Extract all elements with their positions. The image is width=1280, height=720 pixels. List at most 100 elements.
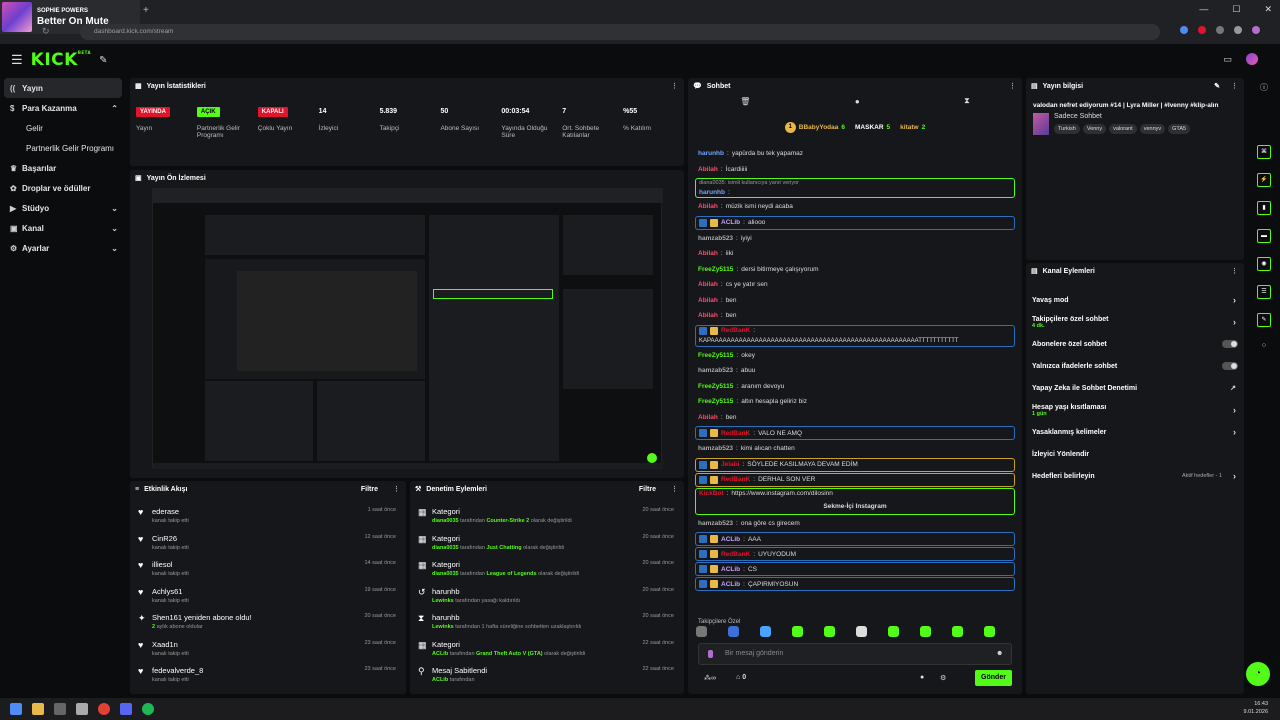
chevron-right-icon[interactable]: ›: [1233, 471, 1236, 481]
rail-stack-icon[interactable]: ☰: [1257, 285, 1271, 299]
profile-avatar[interactable]: [1252, 26, 1260, 34]
extension-icon[interactable]: [1198, 26, 1206, 34]
channel-action[interactable]: Yapay Zeka ile Sohbet Denetimi ↗: [1026, 377, 1244, 399]
sidebar-item[interactable]: ✿ Droplar ve ödüller: [0, 178, 126, 198]
activity-item[interactable]: ♥ fedevalverde_8 kanalı takip etti 23 saat …: [130, 662, 406, 689]
chat-username[interactable]: hamzab523: [698, 235, 733, 242]
chat-username[interactable]: Abilah: [698, 312, 718, 319]
chevron-right-icon[interactable]: ›: [1233, 317, 1236, 327]
leaderboard-entry[interactable]: MASKAR 5: [855, 124, 890, 131]
sidebar-item[interactable]: ♛ Başarılar: [0, 158, 126, 178]
discord-icon[interactable]: [120, 703, 132, 715]
leaderboard-entry[interactable]: kitatw 2: [900, 124, 925, 131]
moderation-item[interactable]: ⚲ Mesaj Sabitlendi ACLib tarafından 22 saat…: [410, 662, 684, 689]
chat-username[interactable]: harunhb: [699, 189, 725, 196]
extensions-icon[interactable]: [1216, 26, 1224, 34]
chat-username[interactable]: RedBanK: [721, 327, 750, 334]
chat-message[interactable]: ACLib: CS: [695, 562, 1015, 576]
external-link-icon[interactable]: ↗: [1230, 384, 1236, 392]
chat-message[interactable]: FreeZy5115: aranım devoyu: [688, 379, 1022, 395]
toggle-switch[interactable]: [1222, 340, 1238, 348]
reload-icon[interactable]: ↻: [42, 26, 50, 37]
chat-username[interactable]: Jelabi: [721, 461, 739, 468]
user-avatar[interactable]: [1246, 53, 1258, 65]
emote-icon[interactable]: [952, 626, 963, 637]
system-clock[interactable]: 16:43 9.01.2026: [1244, 700, 1268, 716]
chrome-icon[interactable]: [98, 703, 110, 715]
moderator-name[interactable]: ACLib: [432, 677, 448, 683]
chat-username[interactable]: Abilah: [698, 166, 718, 173]
hourglass-icon[interactable]: ⧗: [964, 96, 970, 106]
chat-message[interactable]: harunhb: yapürda bu tek yapamaz: [688, 146, 1022, 162]
rail-broadcast-icon[interactable]: ◉: [1257, 257, 1271, 271]
more-options-icon[interactable]: ⋮: [671, 82, 678, 90]
rail-moderation-icon[interactable]: ⌘: [1257, 145, 1271, 159]
emote-icon[interactable]: [696, 626, 707, 637]
folder-icon[interactable]: [32, 703, 44, 715]
chat-message[interactable]: hamzab523: kimi alıcan chatten: [688, 441, 1022, 457]
chevron-right-icon[interactable]: ›: [1233, 405, 1236, 415]
activity-item[interactable]: ♥ Xaad1n kanalı takip etti 23 saat önce: [130, 636, 406, 663]
chat-username[interactable]: Abilah: [698, 281, 718, 288]
chevron-down-icon[interactable]: ⌄: [111, 204, 118, 213]
chat-message[interactable]: diana0035: isimli kullanıcıya yanıt veri…: [695, 178, 1015, 198]
sidebar-item[interactable]: ⚙ Ayarlar ⌄: [0, 238, 126, 258]
chat-username[interactable]: harunhb: [698, 150, 724, 157]
chat-username[interactable]: hamzab523: [698, 445, 733, 452]
chevron-right-icon[interactable]: ›: [1233, 427, 1236, 437]
stream-tag[interactable]: Venny: [1082, 124, 1107, 134]
chat-message[interactable]: Abilah: müzik ismi neydi acaba: [688, 199, 1022, 215]
more-options-icon[interactable]: ⋮: [671, 485, 678, 493]
channel-action[interactable]: Yavaş mod ›: [1026, 289, 1244, 311]
chat-message[interactable]: Abilah: iiki: [688, 246, 1022, 262]
more-options-icon[interactable]: ⋮: [393, 485, 400, 493]
more-options-icon[interactable]: ⋮: [1231, 82, 1238, 90]
minimize-icon[interactable]: —: [1199, 4, 1208, 15]
taskbar-app-icon[interactable]: [76, 703, 88, 715]
sidebar-item[interactable]: Partnerlik Gelir Programı: [0, 138, 126, 158]
chat-message[interactable]: RedBanK: DERHAL SON VER: [695, 472, 1015, 487]
stream-preview[interactable]: [152, 188, 663, 469]
speech-icon[interactable]: ●: [855, 97, 860, 106]
emote-icon[interactable]: [824, 626, 835, 637]
taskbar-app-icon[interactable]: [54, 703, 66, 715]
chat-message[interactable]: Abilah: cs ye yatır sen: [688, 277, 1022, 293]
rail-lightning-icon[interactable]: ⚡: [1257, 173, 1271, 187]
chat-message[interactable]: hamzab523: ona göre cs girecem: [688, 516, 1022, 532]
moderation-item[interactable]: ▦ Kategori diana0035 tarafından Just Chatt…: [410, 530, 684, 557]
activity-item[interactable]: ♥ illiesol kanalı takip etti 14 saat önce: [130, 556, 406, 583]
chat-username[interactable]: FreeZy5115: [698, 352, 733, 359]
chat-username[interactable]: ACLib: [721, 581, 740, 588]
channel-action[interactable]: Yalnızca ifadelerle sohbet: [1026, 355, 1244, 377]
channel-action[interactable]: Abonelere özel sohbet: [1026, 333, 1244, 355]
layout-icon[interactable]: ▭: [1223, 54, 1232, 65]
chat-username[interactable]: ACLib: [721, 219, 740, 226]
rail-apps-icon[interactable]: ⁘: [1254, 341, 1274, 350]
chat-message[interactable]: RedBanK: KAPAAAAAAAAAAAAAAAAAAAAAAAAAAAAA…: [695, 324, 1015, 347]
chat-message[interactable]: ACLib: ÇAPIRMIYOSUN: [695, 577, 1015, 591]
send-button[interactable]: Gönder: [975, 670, 1012, 686]
chat-message[interactable]: Abilah: ben: [688, 410, 1022, 426]
sidebar-item[interactable]: ▶ Stüdyo ⌄: [0, 198, 126, 218]
chat-username[interactable]: RedBanK: [721, 476, 750, 483]
chat-message[interactable]: hamzab523: abuu: [688, 363, 1022, 379]
emote-icon[interactable]: [984, 626, 995, 637]
chat-message[interactable]: ACLib: AAA: [695, 532, 1015, 546]
sidebar-item[interactable]: Gelir: [0, 118, 126, 138]
chevron-right-icon[interactable]: ›: [1233, 295, 1236, 305]
chat-message[interactable]: hamzab523: iyiyi: [688, 231, 1022, 247]
emote-icon[interactable]: [760, 626, 771, 637]
activity-item[interactable]: ♥ Achlys61 kanalı takip etti 19 saat önce: [130, 583, 406, 610]
rail-wrench-icon[interactable]: ✎: [1257, 313, 1271, 327]
channel-action[interactable]: Yasaklanmış kelimeler ›: [1026, 421, 1244, 443]
maximize-icon[interactable]: ☐: [1232, 4, 1240, 15]
moderator-name[interactable]: ACLib: [432, 651, 448, 657]
emote-icon[interactable]: [792, 626, 803, 637]
emote-icon[interactable]: [920, 626, 931, 637]
moderator-name[interactable]: diana0035: [432, 518, 459, 524]
moderation-item[interactable]: ▦ Kategori diana0035 tarafından Counter-St…: [410, 503, 684, 530]
hamburger-menu-icon[interactable]: ☰: [11, 52, 23, 68]
chat-username[interactable]: Abilah: [698, 250, 718, 257]
sidebar-item[interactable]: ((Yayın: [4, 78, 122, 98]
emote-icon[interactable]: [856, 626, 867, 637]
